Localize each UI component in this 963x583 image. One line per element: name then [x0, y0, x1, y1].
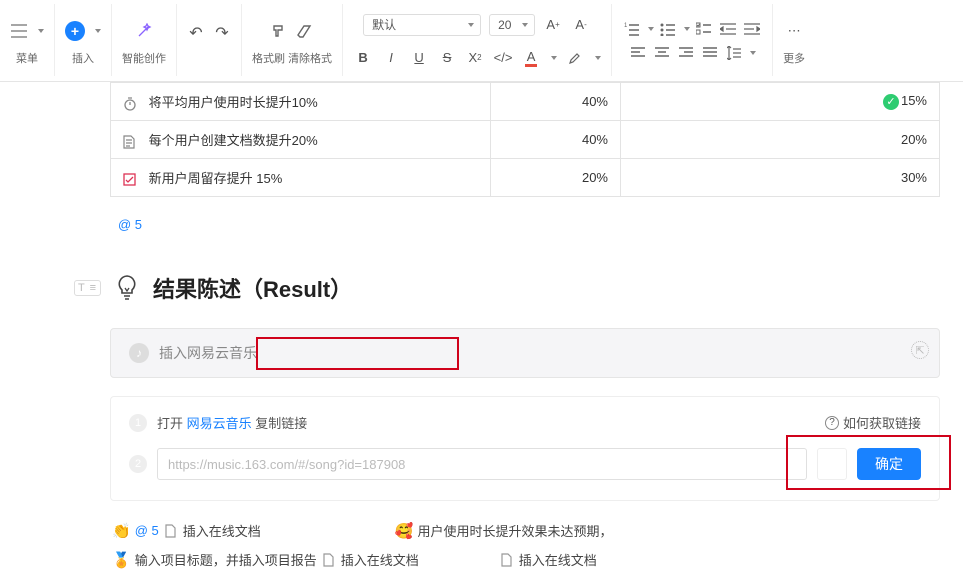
add-button[interactable]: + — [65, 21, 85, 41]
table-row: 将平均用户使用时长提升10% 40% ✓15% — [111, 83, 940, 121]
outdent-icon[interactable] — [718, 20, 738, 38]
mention: @ 5 — [135, 523, 159, 538]
indent-icon[interactable] — [742, 20, 762, 38]
metric-val1[interactable]: 40% — [491, 121, 621, 159]
metrics-table: 将平均用户使用时长提升10% 40% ✓15% 每个用户创建文档数提升20% 4… — [110, 82, 940, 197]
url-input[interactable]: https://music.163.com/#/song?id=187908 — [157, 448, 807, 480]
group-label: 智能创作 — [122, 50, 166, 66]
suggestion-item[interactable]: 🥰 用户使用时长提升效果未达预期， — [393, 519, 615, 542]
metric-val2[interactable]: 20% — [621, 121, 940, 159]
open-text: 打开 网易云音乐 复制链接 — [157, 413, 307, 432]
font-size-select[interactable]: 20 — [489, 14, 535, 36]
toolbar-group-undo-redo: ↶ ↷ — [177, 4, 242, 76]
toolbar-group-menu: 菜单 — [0, 4, 55, 76]
font-color-icon[interactable]: A — [521, 49, 541, 67]
svg-text:1: 1 — [624, 23, 628, 29]
netease-music-icon: ♪ — [129, 343, 149, 363]
suggestion-item[interactable]: 👏 @ 5 插入在线文档 — [110, 519, 263, 542]
bullet-list-icon[interactable] — [658, 20, 678, 38]
toolbar-group-para: 1 — [612, 4, 773, 76]
table-row: 新用户周留存提升 15% 20% 30% — [111, 159, 940, 197]
clear-format-icon[interactable] — [296, 22, 314, 40]
toolbar-group-more: ⋯ 更多 — [773, 4, 815, 76]
checklist-icon[interactable] — [694, 20, 714, 38]
doc-icon — [499, 552, 515, 568]
font-decrease-icon[interactable]: A- — [571, 16, 591, 34]
section-heading[interactable]: 结果陈述（Result） — [153, 272, 352, 304]
metric-name: 每个用户创建文档数提升20% — [149, 133, 318, 148]
metric-val1[interactable]: 20% — [491, 159, 621, 197]
suggestion-item[interactable]: 🏅 输入项目标题，并插入项目报告 插入在线文档 插入在线文档 — [110, 548, 940, 571]
doc-icon — [123, 135, 139, 149]
mention-line[interactable]: @ 5 — [110, 197, 940, 262]
annotation-rect — [256, 337, 459, 370]
toolbar-group-format: 格式刷 清除格式 — [242, 4, 343, 76]
italic-icon[interactable]: I — [381, 49, 401, 67]
undo-icon[interactable]: ↶ — [187, 24, 205, 42]
underline-icon[interactable]: U — [409, 49, 429, 67]
align-right-icon[interactable] — [676, 44, 696, 62]
heart-eyes-icon: 🥰 — [395, 522, 414, 540]
format-brush-icon[interactable] — [270, 22, 288, 40]
align-left-icon[interactable] — [628, 44, 648, 62]
align-justify-icon[interactable] — [700, 44, 720, 62]
group-label-brush: 格式刷 清除格式 — [252, 50, 332, 66]
metric-val1[interactable]: 40% — [491, 83, 621, 121]
ai-wand-icon[interactable] — [135, 22, 153, 40]
group-label: 插入 — [72, 50, 94, 66]
checkbox-icon — [123, 173, 139, 186]
doc-icon — [163, 523, 179, 539]
check-icon: ✓ — [883, 94, 899, 110]
ordered-list-icon[interactable]: 1 — [622, 20, 642, 38]
help-link[interactable]: ? 如何获取链接 — [825, 413, 921, 432]
clap-icon: 👏 — [112, 522, 131, 540]
metric-val2[interactable]: 30% — [621, 159, 940, 197]
bold-icon[interactable]: B — [353, 49, 373, 67]
superscript-icon[interactable]: X2 — [465, 49, 485, 67]
document-area: 将平均用户使用时长提升10% 40% ✓15% 每个用户创建文档数提升20% 4… — [0, 82, 963, 571]
step-1-badge: 1 — [129, 414, 147, 432]
block-handle[interactable]: T ≡ — [74, 280, 101, 296]
toolbar-group-font: 默认 20 A+ A- B I U S X2 </> A — [343, 4, 612, 76]
highlight-icon[interactable] — [565, 49, 585, 67]
group-label: 菜单 — [16, 50, 38, 66]
annotation-rect — [786, 435, 951, 490]
more-icon[interactable]: ⋯ — [784, 22, 804, 40]
top-toolbar: 菜单 + 插入 智能创作 ↶ ↷ 格式刷 清除格式 — [0, 0, 963, 82]
strikethrough-icon[interactable]: S — [437, 49, 457, 67]
help-icon: ? — [825, 416, 839, 430]
menu-lines-icon[interactable] — [10, 22, 28, 40]
metric-name: 将平均用户使用时长提升10% — [149, 95, 318, 110]
line-height-icon[interactable] — [724, 44, 744, 62]
redo-icon[interactable]: ↷ — [213, 24, 231, 42]
toolbar-group-ai: 智能创作 — [112, 4, 177, 76]
step-2-badge: 2 — [129, 455, 147, 473]
align-center-icon[interactable] — [652, 44, 672, 62]
doc-icon — [321, 552, 337, 568]
netease-link[interactable]: 网易云音乐 — [187, 416, 252, 431]
suggestion-bar: 👏 @ 5 插入在线文档 🥰 用户使用时长提升效果未达预期， 🏅 输入项目标题，… — [110, 519, 940, 571]
font-increase-icon[interactable]: A+ — [543, 16, 563, 34]
toolbar-group-insert: + 插入 — [55, 4, 112, 76]
lightbulb-icon — [115, 274, 139, 302]
font-style-select[interactable]: 默认 — [363, 14, 481, 36]
table-row: 每个用户创建文档数提升20% 40% 20% — [111, 121, 940, 159]
music-embed-card: ♪ 插入网易云音乐 ⇱ — [110, 328, 940, 378]
code-icon[interactable]: </> — [493, 49, 513, 67]
expand-icon[interactable]: ⇱ — [911, 341, 929, 359]
group-label-empty — [207, 52, 210, 64]
insert-link-panel: 1 打开 网易云音乐 复制链接 ? 如何获取链接 2 https://music… — [110, 396, 940, 501]
medal-icon: 🏅 — [112, 551, 131, 569]
metric-val2: 15% — [901, 93, 927, 108]
group-label: 更多 — [783, 50, 805, 66]
embed-placeholder[interactable]: 插入网易云音乐 — [159, 343, 257, 363]
stopwatch-icon — [123, 97, 139, 111]
metric-name: 新用户周留存提升 15% — [149, 171, 283, 186]
